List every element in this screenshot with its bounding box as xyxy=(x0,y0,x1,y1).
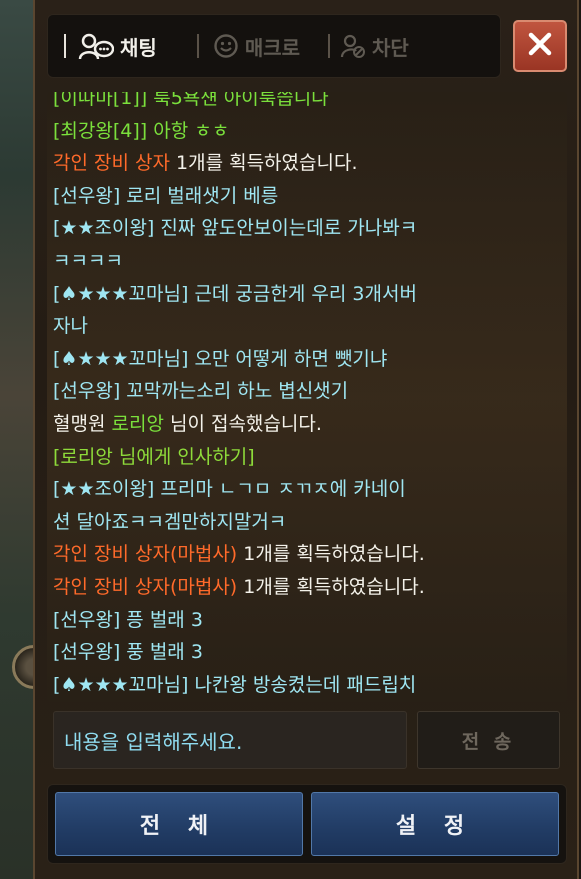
chat-message-part: 각인 장비 상자 xyxy=(53,152,170,175)
chat-message-part: 로리앙 xyxy=(111,412,164,435)
chat-message: 자나 xyxy=(53,315,88,338)
chat-message: ㅋㅋㅋㅋ xyxy=(53,249,123,272)
all-channel-button-label: 전 체 xyxy=(139,814,219,839)
chat-message: [이따마[1]] 룩5욕섄 아이룩씁니다 xyxy=(53,92,329,109)
chat-message-part: 혈맹원 xyxy=(53,412,112,435)
tab-chat[interactable]: 채팅 xyxy=(78,15,157,77)
tab-macro-label: 매크로 xyxy=(244,35,301,60)
tab-block-label: 차단 xyxy=(372,35,409,60)
chat-message: [선우왕] 풍 벌래 3 xyxy=(53,641,203,664)
chat-message-part: 1개를 획득하였습니다. xyxy=(169,152,358,175)
chat-message: [최강왕[4]] 아항 ㅎㅎ xyxy=(53,119,230,142)
chat-message-part: 각인 장비 상자(마법사) xyxy=(53,543,238,566)
send-button-label: 전 송 xyxy=(461,730,516,753)
chat-message: [★★조이왕] 프리마 ㄴㄱㅁ ㅈㄲㅈ에 카네이 xyxy=(53,478,406,501)
chat-message: [선우왕] 꼬막까는소리 하노 볍신샛기 xyxy=(53,380,349,403)
all-channel-button[interactable]: 전 체 xyxy=(55,792,303,856)
settings-button-label: 설 정 xyxy=(395,814,475,839)
block-user-icon xyxy=(340,33,366,59)
chat-message: [로리앙 님에게 인사하기] xyxy=(53,445,255,468)
tab-chat-label: 채팅 xyxy=(120,35,157,60)
chat-message: [♠★★★꼬마님] 나칸왕 방송켰는데 패드립치 xyxy=(53,673,417,696)
chat-message: 각인 장비 상자(마법사) 1개를 획득하였습니다. xyxy=(53,538,561,571)
chat-message: [★★조이왕] 진짜 앞도안보이는데로 가나봐ㅋ xyxy=(53,217,418,240)
chat-input[interactable]: 내용을 입력해주세요. xyxy=(53,711,407,769)
close-icon xyxy=(527,31,553,61)
chat-message: 각인 장비 상자 1개를 획득하였습니다. xyxy=(53,147,561,180)
chat-message: 혈맹원 로리앙 님이 접속했습니다. xyxy=(53,408,561,441)
chat-message: [선우왕] 픙 벌래 3 xyxy=(53,608,203,631)
settings-button[interactable]: 설 정 xyxy=(311,792,559,856)
tab-block[interactable]: 차단 xyxy=(340,15,409,77)
chat-bubble-person-icon xyxy=(78,32,114,60)
chat-message-part: 1개를 획득하였습니다. xyxy=(237,543,425,566)
send-button[interactable]: 전 송 xyxy=(417,711,560,769)
chat-input-placeholder: 내용을 입력해주세요. xyxy=(64,729,243,754)
chat-message-part: 1개를 획득하였습니다. xyxy=(237,575,425,598)
smiley-icon xyxy=(213,33,239,59)
chat-messages: [이따마[1]] 룩5욕섄 아이룩씁니다 [최강왕[4]] 아항 ㅎㅎ 각인 장비 … xyxy=(53,92,561,701)
chat-message: [선우왕] 로리 벌래샛기 베릉 xyxy=(53,184,279,207)
chat-log[interactable]: [이따마[1]] 룩5욕섄 아이룩씁니다 [최강왕[4]] 아항 ㅎㅎ 각인 장비 … xyxy=(47,92,567,702)
tab-macro[interactable]: 매크로 xyxy=(213,15,300,77)
close-button[interactable] xyxy=(513,20,567,72)
chat-message: 션 달아죠ㅋㅋ겜만하지말거ㅋ xyxy=(53,510,287,533)
tab-divider xyxy=(328,34,331,58)
chat-message-part: 각인 장비 상자(마법사) xyxy=(53,575,238,598)
tab-bar: 채팅 매크로 차단 xyxy=(47,14,501,78)
chat-message: [♠★★★꼬마님] 근데 궁금한게 우리 3개서버 xyxy=(53,282,417,305)
tab-divider xyxy=(196,34,199,58)
chat-message: 각인 장비 상자(마법사) 1개를 획득하였습니다. xyxy=(53,571,561,604)
chat-message-part: 님이 접속했습니다. xyxy=(163,412,322,435)
tab-divider xyxy=(64,34,66,58)
chat-message: [♠★★★꼬마님] 오만 어떻게 하면 뺏기냐 xyxy=(53,347,388,370)
